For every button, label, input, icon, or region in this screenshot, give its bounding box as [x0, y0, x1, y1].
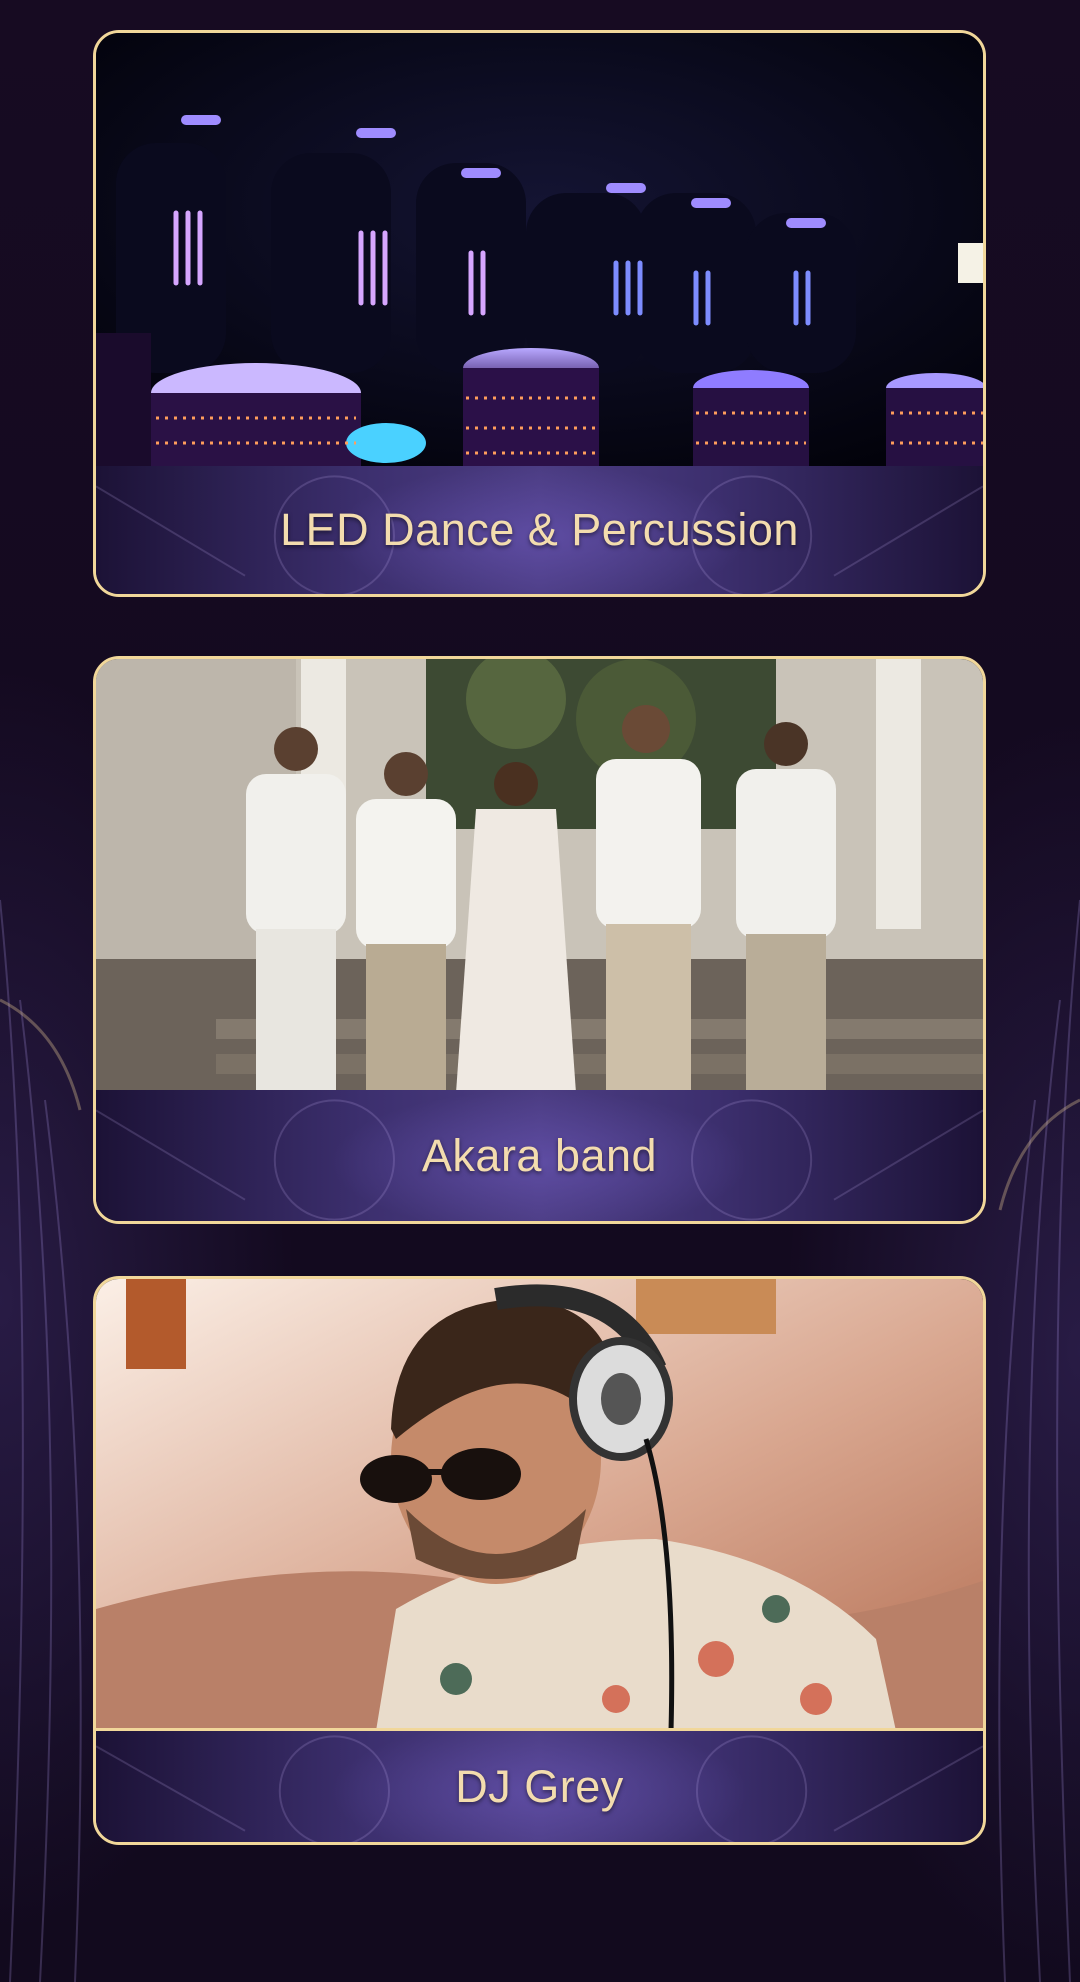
performer-card-dj-grey[interactable]: DJ Grey	[93, 1276, 986, 1845]
card-caption-band: Akara band	[96, 1090, 983, 1221]
card-photo	[96, 659, 983, 1093]
dj-headphones-photo-icon	[96, 1279, 983, 1728]
performer-card-akara-band[interactable]: Akara band	[93, 656, 986, 1224]
card-title: Akara band	[421, 1129, 658, 1181]
card-photo	[96, 33, 983, 469]
card-caption-band: LED Dance & Percussion	[96, 466, 983, 594]
card-title: DJ Grey	[455, 1760, 624, 1812]
card-photo	[96, 1279, 983, 1731]
performer-card-led-dance[interactable]: LED Dance & Percussion	[93, 30, 986, 597]
band-group-photo-icon	[96, 659, 983, 1090]
led-drummers-photo-icon	[96, 33, 983, 466]
card-title: LED Dance & Percussion	[280, 504, 799, 555]
card-caption-band: DJ Grey	[96, 1731, 983, 1842]
